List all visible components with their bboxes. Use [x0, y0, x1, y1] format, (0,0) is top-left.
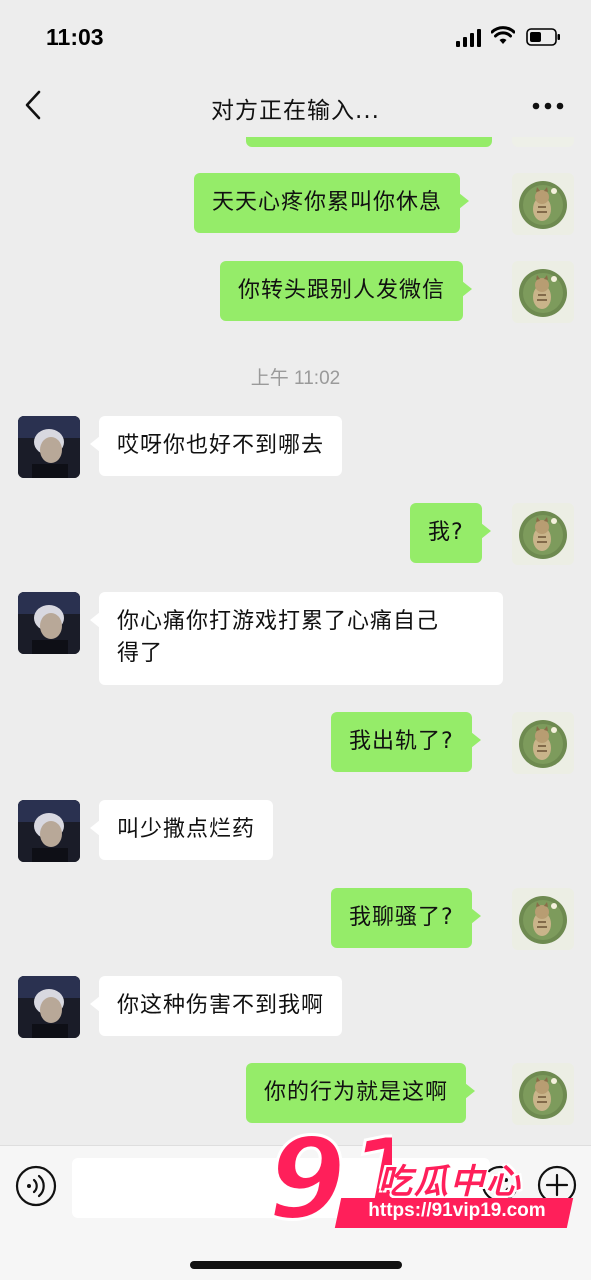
my-avatar[interactable]	[512, 503, 574, 565]
contact-avatar[interactable]	[18, 416, 80, 478]
cat-avatar-icon	[512, 261, 574, 323]
contact-avatar[interactable]	[18, 592, 80, 654]
watermark-url: https://91vip19.com	[368, 1200, 546, 1221]
chat-title: 对方正在输入...	[211, 98, 380, 124]
watermark-brand: 吃瓜中心	[378, 1162, 522, 1202]
status-time: 11:03	[46, 24, 104, 50]
status-bar: 11:03	[0, 0, 591, 75]
message-timestamp: 上午 11:02	[250, 368, 341, 389]
message-text: 你的行为就是这啊	[264, 1080, 449, 1105]
message-text: 你这种伤害不到我啊	[117, 993, 325, 1018]
my-avatar[interactable]	[512, 888, 574, 950]
message-text: 我出轨了?	[349, 729, 454, 754]
my-avatar[interactable]	[512, 1063, 574, 1125]
wifi-icon	[491, 26, 515, 44]
watermark: 91 吃瓜中心 https://91vip19.com	[262, 1118, 580, 1238]
my-avatar[interactable]	[512, 712, 574, 774]
message-text: 哎呀你也好不到哪去	[117, 433, 325, 458]
message-text: 你心痛你打游戏打累了心痛自己	[117, 609, 440, 634]
message-bubble-partial[interactable]	[246, 137, 492, 147]
message-text: 叫少撒点烂药	[117, 817, 256, 842]
contact-avatar[interactable]	[18, 800, 80, 862]
chat-area[interactable]: 天天心疼你累叫你休息 你转头跟别人发微信 上午 11:02 哎呀你也好不到哪去 …	[0, 137, 591, 1145]
message-bubble[interactable]: 我聊骚了?	[331, 888, 481, 948]
my-avatar[interactable]	[512, 261, 574, 323]
my-avatar[interactable]	[512, 173, 574, 235]
cat-avatar-icon	[512, 888, 574, 950]
message-bubble[interactable]: 叫少撒点烂药	[89, 800, 274, 860]
person-avatar-icon	[18, 976, 80, 1038]
person-avatar-icon	[18, 592, 80, 654]
message-bubble[interactable]: 你这种伤害不到我啊	[89, 976, 343, 1036]
message-text: 你转头跟别人发微信	[238, 278, 446, 303]
person-avatar-icon	[18, 800, 80, 862]
cat-avatar-icon	[512, 712, 574, 774]
message-bubble[interactable]: 你的行为就是这啊	[246, 1063, 476, 1123]
nav-bar: 对方正在输入...	[0, 75, 591, 137]
message-text: 我?	[428, 520, 464, 545]
message-bubble[interactable]: 天天心疼你累叫你休息	[194, 173, 470, 233]
message-bubble[interactable]: 我出轨了?	[331, 712, 481, 772]
signal-icon	[456, 29, 481, 47]
cat-avatar-icon	[512, 173, 574, 235]
cat-avatar-icon	[512, 503, 574, 565]
message-bubble[interactable]: 你心痛你打游戏打累了心痛自己 得了	[90, 592, 503, 685]
message-bubble[interactable]: 你转头跟别人发微信	[220, 261, 473, 321]
message-text: 天天心疼你累叫你休息	[212, 190, 443, 215]
ellipsis-icon[interactable]	[532, 101, 564, 111]
contact-avatar[interactable]	[18, 976, 80, 1038]
home-indicator[interactable]	[190, 1261, 402, 1269]
cat-avatar-icon	[512, 1063, 574, 1125]
message-bubble[interactable]: 我?	[410, 503, 491, 563]
voice-icon[interactable]	[14, 1164, 58, 1208]
message-bubble[interactable]: 哎呀你也好不到哪去	[89, 416, 343, 476]
battery-icon	[526, 28, 560, 46]
my-avatar[interactable]	[512, 137, 574, 147]
message-text: 我聊骚了?	[349, 905, 454, 930]
person-avatar-icon	[18, 416, 80, 478]
message-text: 得了	[117, 641, 164, 666]
